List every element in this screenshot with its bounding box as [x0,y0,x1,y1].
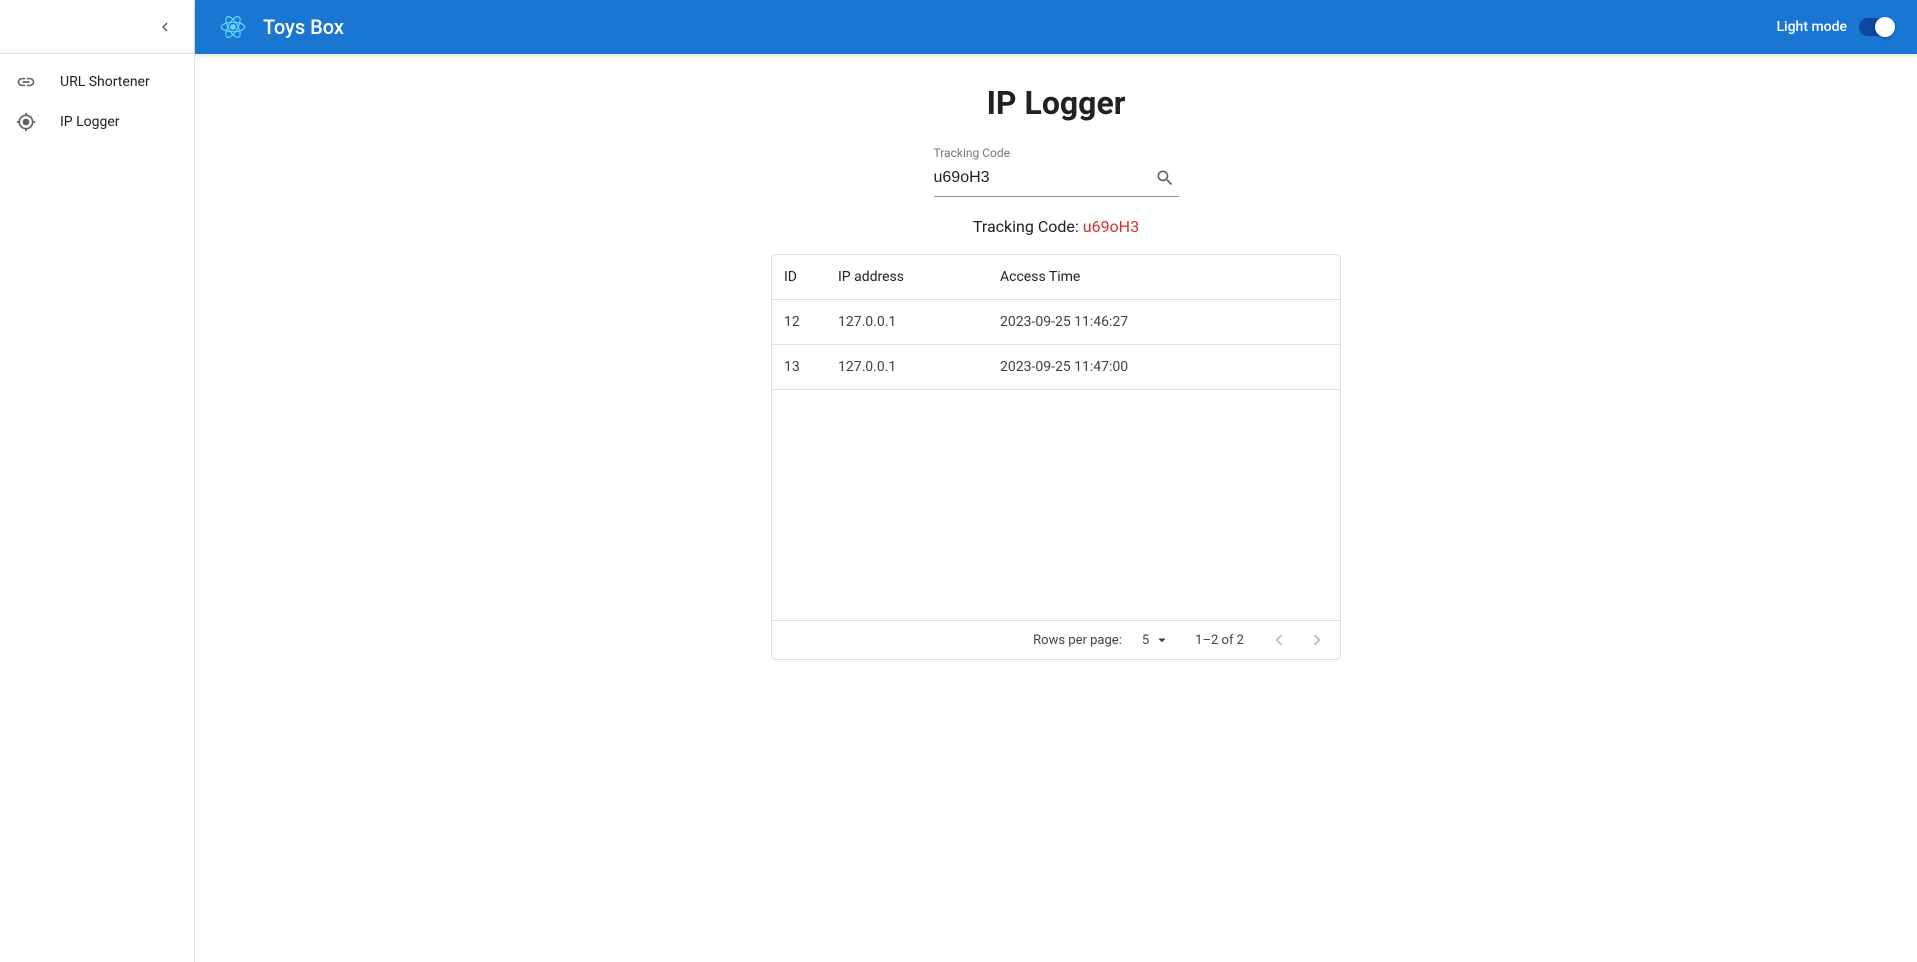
search-button[interactable] [1151,164,1179,192]
sidebar-item-label: IP Logger [60,114,120,130]
cell-id: 13 [772,345,830,390]
page-title: IP Logger [987,84,1126,122]
chevron-right-icon [1306,629,1328,651]
pagination-nav [1268,629,1328,651]
cell-ip: 127.0.0.1 [830,300,992,345]
chevron-left-icon [1268,629,1290,651]
toggle-thumb [1875,17,1895,37]
content: IP Logger Tracking Code Tracking Code: u… [195,54,1917,962]
cell-time: 2023-09-25 11:46:27 [992,300,1340,345]
sidebar: URL Shortener IP Logger [0,0,195,962]
topbar: Toys Box Light mode [195,0,1917,54]
rows-per-page-label: Rows per page: [1033,633,1122,648]
pagination-next-button[interactable] [1306,629,1328,651]
sidebar-collapse-button[interactable] [156,18,174,36]
sidebar-header [0,0,194,54]
search-container: Tracking Code [934,150,1179,197]
column-header-id[interactable]: ID [772,255,830,300]
rows-value: 5 [1142,633,1149,648]
react-logo-icon [219,13,247,41]
track-icon [16,112,36,132]
table-row: 13 127.0.0.1 2023-09-25 11:47:00 [772,345,1340,390]
link-icon [16,72,36,92]
cell-time: 2023-09-25 11:47:00 [992,345,1340,390]
pagination-range: 1–2 of 2 [1195,633,1244,648]
app-title: Toys Box [263,15,344,39]
table-row: 12 127.0.0.1 2023-09-25 11:46:27 [772,300,1340,345]
column-header-ip[interactable]: IP address [830,255,992,300]
tracking-display-value: u69oH3 [1083,217,1139,236]
rows-per-page: Rows per page: 5 [1033,631,1171,649]
topbar-left: Toys Box [219,13,344,41]
tracking-code-input[interactable] [934,169,1151,187]
chevron-down-icon [1153,631,1171,649]
chevron-left-icon [156,18,174,36]
table-footer: Rows per page: 5 1–2 of 2 [772,620,1340,659]
pagination-prev-button[interactable] [1268,629,1290,651]
table-container: ID IP address Access Time 12 127.0.0.1 2… [771,254,1341,660]
main: Toys Box Light mode IP Logger Tracking C… [195,0,1917,962]
theme-toggle[interactable] [1859,18,1893,36]
tracking-display: Tracking Code: u69oH3 [973,217,1139,236]
cell-id: 12 [772,300,830,345]
sidebar-item-url-shortener[interactable]: URL Shortener [0,62,194,102]
sidebar-nav: URL Shortener IP Logger [0,54,194,142]
cell-ip: 127.0.0.1 [830,345,992,390]
sidebar-item-label: URL Shortener [60,74,150,90]
mode-label: Light mode [1776,19,1847,35]
search-label: Tracking Code [934,146,1011,160]
log-table: ID IP address Access Time 12 127.0.0.1 2… [772,255,1340,390]
sidebar-item-ip-logger[interactable]: IP Logger [0,102,194,142]
topbar-right: Light mode [1776,18,1893,36]
column-header-time[interactable]: Access Time [992,255,1340,300]
search-icon [1155,168,1175,188]
tracking-display-label: Tracking Code: [973,217,1079,236]
rows-per-page-select[interactable]: 5 [1142,631,1171,649]
